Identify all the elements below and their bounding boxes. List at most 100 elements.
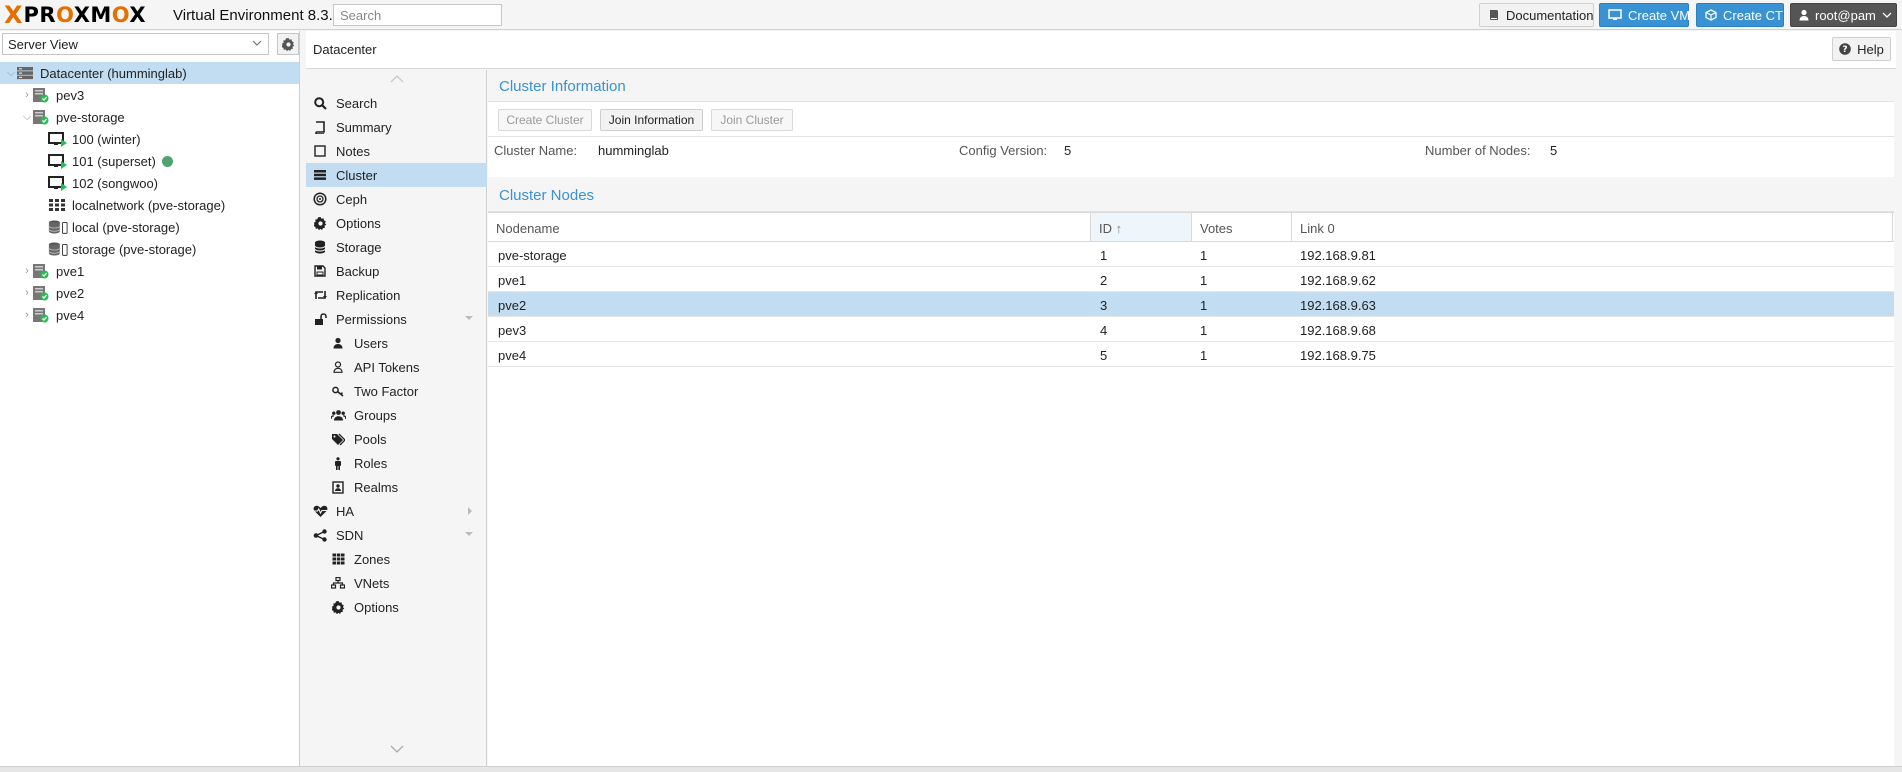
create-cluster-button[interactable]: Create Cluster xyxy=(498,109,592,131)
tags-icon xyxy=(326,433,350,446)
gear-icon xyxy=(281,37,294,51)
expand-toggle[interactable]: › xyxy=(22,309,32,321)
node-online-icon xyxy=(32,86,52,104)
nav-item-options[interactable]: Options xyxy=(306,211,487,235)
expand-toggle[interactable]: › xyxy=(22,265,32,277)
create-ct-button[interactable]: Create CT xyxy=(1696,3,1784,27)
nav-scroll-down[interactable] xyxy=(306,740,487,758)
tree-item-vm-101[interactable]: 101 (superset) xyxy=(0,150,299,172)
heartbeat-icon xyxy=(308,505,332,518)
user-icon xyxy=(326,337,350,349)
server-icon xyxy=(308,169,332,181)
user-menu-button[interactable]: root@pam xyxy=(1790,3,1897,27)
nav-item-two-factor[interactable]: Two Factor xyxy=(306,379,487,403)
nav-item-search[interactable]: Search xyxy=(306,91,487,115)
nav-item-pools[interactable]: Pools xyxy=(306,427,487,451)
tree-item-vm-100[interactable]: 100 (winter) xyxy=(0,128,299,150)
nav-item-sdn[interactable]: SDN xyxy=(306,523,487,547)
tree-item-node-pve-storage[interactable]: ⌵ pve-storage xyxy=(0,106,299,128)
sort-ascending-icon: ↑ xyxy=(1115,221,1123,236)
nav-item-replication[interactable]: Replication xyxy=(306,283,487,307)
nav-item-users[interactable]: Users xyxy=(306,331,487,355)
tree-item-localnetwork[interactable]: localnetwork (pve-storage) xyxy=(0,194,299,216)
cell-id: 2 xyxy=(1100,273,1108,288)
expand-arrow-icon[interactable] xyxy=(466,506,474,516)
tree-item-label: Datacenter (humminglab) xyxy=(40,65,187,81)
column-header-link0[interactable]: Link 0 xyxy=(1292,213,1893,241)
table-row[interactable]: pve1 2 1 192.168.9.62 xyxy=(488,267,1894,292)
config-version-value: 5 xyxy=(1064,143,1072,158)
collapse-arrow-icon[interactable] xyxy=(464,314,474,322)
help-button[interactable]: ? Help xyxy=(1832,37,1891,61)
nav-item-roles[interactable]: Roles xyxy=(306,451,487,475)
nav-item-backup[interactable]: Backup xyxy=(306,259,487,283)
tree-item-node-pev3[interactable]: › pev3 xyxy=(0,84,299,106)
nav-item-api-tokens[interactable]: API Tokens xyxy=(306,355,487,379)
table-row[interactable]: pve-storage 1 1 192.168.9.81 xyxy=(488,242,1894,267)
users-icon xyxy=(326,409,350,421)
cell-id: 4 xyxy=(1100,323,1108,338)
documentation-button[interactable]: Documentation xyxy=(1479,3,1594,27)
node-online-icon xyxy=(32,108,52,126)
view-selector[interactable]: Server View xyxy=(2,33,269,55)
tree-item-vm-102[interactable]: 102 (songwoo) xyxy=(0,172,299,194)
nav-item-ceph[interactable]: Ceph xyxy=(306,187,487,211)
collapse-toggle[interactable]: ⌵ xyxy=(22,111,32,124)
nav-item-zones[interactable]: Zones xyxy=(306,547,487,571)
expand-toggle[interactable]: › xyxy=(22,89,32,101)
create-vm-button[interactable]: Create VM xyxy=(1599,3,1690,27)
nav-item-permissions[interactable]: Permissions xyxy=(306,307,487,331)
tree-item-node-pve4[interactable]: › pve4 xyxy=(0,304,299,326)
chevron-down-icon xyxy=(390,745,403,753)
tree-item-node-pve2[interactable]: › pve2 xyxy=(0,282,299,304)
nav-item-cluster[interactable]: Cluster xyxy=(306,163,487,187)
nav-item-notes[interactable]: Notes xyxy=(306,139,487,163)
tree-item-label: local (pve-storage) xyxy=(72,219,180,235)
table-row[interactable]: pve2 3 1 192.168.9.63 xyxy=(488,292,1894,317)
cell-link0: 192.168.9.81 xyxy=(1300,248,1376,263)
status-log-splitter[interactable] xyxy=(0,766,1902,772)
tree-item-storage-local[interactable]: local (pve-storage) xyxy=(0,216,299,238)
join-cluster-button[interactable]: Join Cluster xyxy=(711,109,793,131)
node-count-label: Number of Nodes: xyxy=(1425,143,1531,158)
column-header-nodename[interactable]: Nodename xyxy=(488,213,1091,241)
join-information-button[interactable]: Join Information xyxy=(600,109,703,131)
chevron-down-icon xyxy=(1882,12,1892,18)
chevron-down-icon xyxy=(252,40,262,46)
cell-votes: 1 xyxy=(1200,298,1208,313)
node-online-icon xyxy=(32,284,52,302)
collapse-toggle[interactable]: ⌵ xyxy=(6,67,16,80)
table-row[interactable]: pve4 5 1 192.168.9.75 xyxy=(488,342,1894,367)
user-icon xyxy=(1799,9,1809,21)
nav-item-realms[interactable]: Realms xyxy=(306,475,487,499)
nav-item-ha[interactable]: HA xyxy=(306,499,487,523)
book-icon xyxy=(1490,10,1498,20)
global-search-input[interactable] xyxy=(333,4,502,26)
expand-toggle[interactable]: › xyxy=(22,287,32,299)
nav-item-storage[interactable]: Storage xyxy=(306,235,487,259)
table-row[interactable]: pev3 4 1 192.168.9.68 xyxy=(488,317,1894,342)
cluster-name-value: humminglab xyxy=(598,143,669,158)
collapse-arrow-icon[interactable] xyxy=(464,530,474,538)
nav-scroll-up[interactable] xyxy=(306,70,487,88)
logo-wordmark: PROXMOX xyxy=(23,3,147,27)
proxmox-logo[interactable]: X PROXMOX xyxy=(4,3,147,27)
column-header-id[interactable]: ID ↑ xyxy=(1091,213,1192,241)
create-ct-label: Create CT xyxy=(1723,7,1783,23)
column-header-votes[interactable]: Votes xyxy=(1192,213,1292,241)
tree-item-storage-storage[interactable]: storage (pve-storage) xyxy=(0,238,299,260)
tree-item-node-pve1[interactable]: › pve1 xyxy=(0,260,299,282)
nav-item-groups[interactable]: Groups xyxy=(306,403,487,427)
chevron-up-icon xyxy=(390,75,403,83)
documentation-label: Documentation xyxy=(1506,7,1594,23)
unlock-icon xyxy=(308,312,332,326)
tree-settings-button[interactable] xyxy=(277,33,299,55)
cluster-nodes-title: Cluster Nodes xyxy=(488,177,1894,212)
nav-item-vnets[interactable]: VNets xyxy=(306,571,487,595)
tree-item-datacenter[interactable]: ⌵ Datacenter (humminglab) xyxy=(0,62,299,84)
nav-item-sdn-options[interactable]: Options xyxy=(306,595,487,619)
gear-icon xyxy=(308,216,332,230)
config-version-label: Config Version: xyxy=(959,143,1048,158)
nav-item-summary[interactable]: Summary xyxy=(306,115,487,139)
tree-item-label: pve-storage xyxy=(56,109,125,125)
